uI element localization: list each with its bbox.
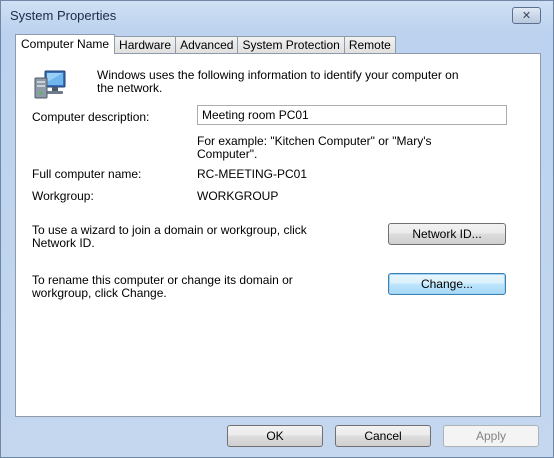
close-button[interactable]: ✕ bbox=[512, 7, 541, 24]
computer-network-icon bbox=[34, 70, 66, 99]
full-computer-name-label: Full computer name: bbox=[32, 167, 142, 181]
computer-name-panel: Windows uses the following information t… bbox=[15, 53, 541, 417]
network-id-text-line-2: Network ID. bbox=[32, 236, 95, 250]
description-example-line-1: For example: "Kitchen Computer" or "Mary… bbox=[197, 134, 432, 148]
workgroup-label: Workgroup: bbox=[32, 189, 94, 203]
tab-system-protection[interactable]: System Protection bbox=[237, 36, 345, 54]
tab-strip: Computer Name Hardware Advanced System P… bbox=[15, 34, 396, 54]
description-example-line-2: Computer". bbox=[197, 147, 258, 161]
tab-computer-name[interactable]: Computer Name bbox=[15, 34, 116, 54]
tab-hardware[interactable]: Hardware bbox=[114, 36, 177, 54]
change-text-line-2: workgroup, click Change. bbox=[32, 286, 167, 300]
network-id-button[interactable]: Network ID... bbox=[388, 223, 506, 245]
workgroup-value: WORKGROUP bbox=[197, 189, 279, 203]
change-button[interactable]: Change... bbox=[388, 273, 506, 295]
window-title: System Properties bbox=[10, 8, 117, 23]
apply-button[interactable]: Apply bbox=[443, 425, 539, 447]
ok-button[interactable]: OK bbox=[227, 425, 323, 447]
tab-advanced[interactable]: Advanced bbox=[175, 36, 239, 54]
computer-description-field[interactable]: Meeting room PC01 bbox=[197, 105, 507, 125]
tab-remote[interactable]: Remote bbox=[343, 36, 396, 54]
intro-line-2: the network. bbox=[97, 81, 163, 95]
change-text-line-1: To rename this computer or change its do… bbox=[32, 273, 293, 287]
intro-line-1: Windows uses the following information t… bbox=[97, 68, 459, 82]
system-properties-window: System Properties ✕ Computer Name Hardwa… bbox=[0, 0, 554, 458]
close-icon: ✕ bbox=[521, 10, 532, 22]
cancel-button[interactable]: Cancel bbox=[335, 425, 431, 447]
full-computer-name-value: RC-MEETING-PC01 bbox=[197, 167, 308, 181]
network-id-text-line-1: To use a wizard to join a domain or work… bbox=[32, 223, 307, 237]
computer-description-label: Computer description: bbox=[32, 110, 150, 124]
